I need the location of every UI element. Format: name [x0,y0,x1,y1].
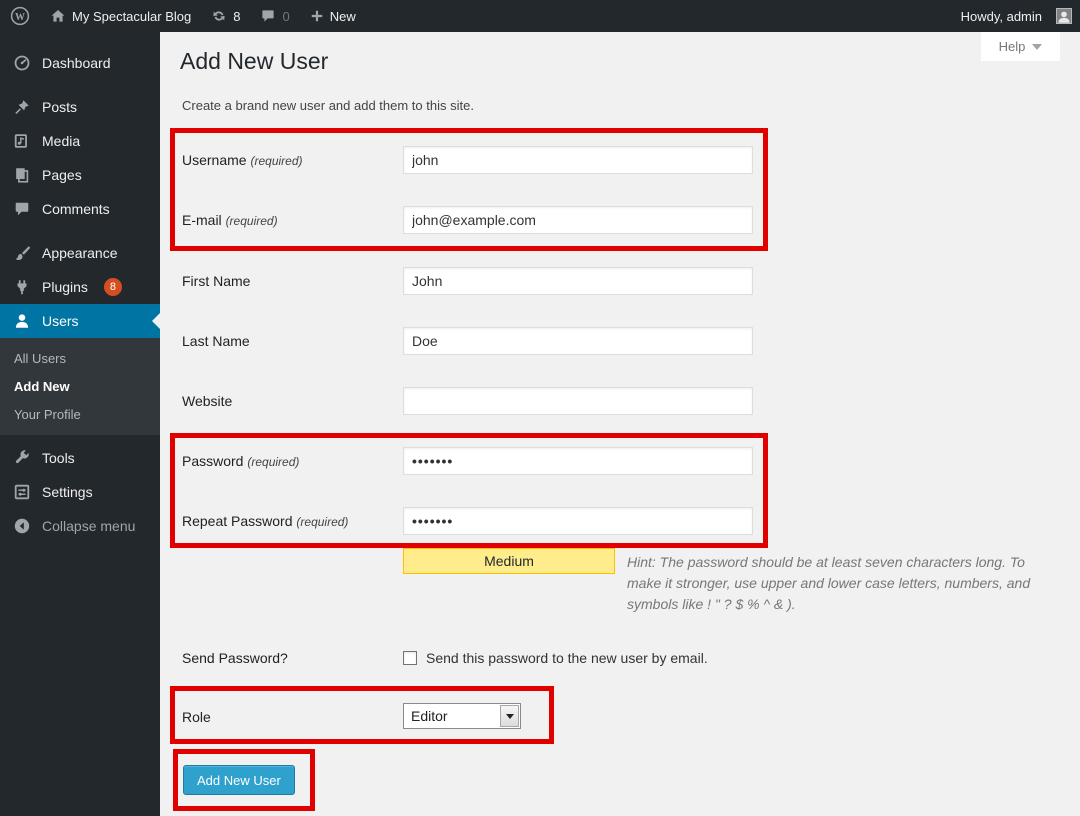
comments-bubble-icon [12,200,32,218]
menu-separator [0,226,160,236]
first-name-label: First Name [182,273,250,289]
first-name-input[interactable] [403,267,753,295]
comment-bubble-icon [260,8,276,24]
plug-icon [12,278,32,296]
sidebar-item-dashboard[interactable]: Dashboard [0,46,160,80]
website-label: Website [182,393,232,409]
send-password-checkbox-label: Send this password to the new user by em… [426,650,708,666]
send-password-checkbox[interactable] [403,651,417,665]
sidebar-item-label: Posts [42,99,77,115]
avatar [1056,8,1072,24]
role-selected-value: Editor [404,708,448,724]
wordpress-logo-icon: W [10,6,30,26]
new-label: New [330,9,356,24]
admin-bar: W My Spectacular Blog 8 0 New [0,0,1080,32]
sidebar-item-all-users[interactable]: All Users [0,345,160,373]
email-label: E-mail (required) [182,212,278,228]
collapse-arrow-icon [12,517,32,535]
select-dropdown-button[interactable] [500,705,519,727]
plugins-update-badge: 8 [104,278,122,296]
sidebar-item-label: Tools [42,450,75,466]
sidebar-item-users[interactable]: Users [0,304,160,338]
last-name-input[interactable] [403,327,753,355]
password-label: Password (required) [182,453,299,469]
sidebar-item-settings[interactable]: Settings [0,475,160,509]
repeat-password-input[interactable] [403,507,753,535]
updates-count: 8 [233,9,240,24]
sidebar-item-label: Comments [42,201,110,217]
required-note: (required) [247,455,299,469]
comments-count: 0 [282,9,289,24]
chevron-down-icon [506,714,514,719]
sidebar-item-comments[interactable]: Comments [0,192,160,226]
role-label: Role [182,709,211,725]
sidebar-item-label: Users [42,313,79,329]
sidebar-item-media[interactable]: Media [0,124,160,158]
my-account-menu[interactable]: Howdy, admin [951,0,1072,32]
sidebar-item-pages[interactable]: Pages [0,158,160,192]
wordpress-logo-menu[interactable]: W [0,0,40,32]
sidebar-item-label: Media [42,133,80,149]
required-note: (required) [226,214,278,228]
site-name-menu[interactable]: My Spectacular Blog [40,0,201,32]
page-description: Create a brand new user and add them to … [182,98,474,113]
wrench-icon [12,449,32,467]
user-icon [12,312,32,330]
updates-menu[interactable]: 8 [201,0,250,32]
updates-icon [211,8,227,24]
sidebar-item-label: Pages [42,167,82,183]
new-content-menu[interactable]: New [300,0,366,32]
repeat-password-label: Repeat Password (required) [182,513,348,529]
home-icon [50,8,66,24]
username-input[interactable] [403,146,753,174]
role-select[interactable]: Editor [403,703,521,729]
email-input[interactable] [403,206,753,234]
comments-menu[interactable]: 0 [250,0,299,32]
dashboard-gauge-icon [12,54,32,72]
plus-icon [310,9,324,23]
last-name-label: Last Name [182,333,250,349]
sliders-icon [12,483,32,501]
sidebar-item-label: Collapse menu [42,518,135,534]
site-name-label: My Spectacular Blog [72,9,191,24]
website-input[interactable] [403,387,753,415]
main-content: Add New User Create a brand new user and… [160,32,1080,816]
sidebar-item-label: Settings [42,484,93,500]
users-submenu: All Users Add New Your Profile [0,338,160,435]
required-note: (required) [250,154,302,168]
page-title: Add New User [180,48,328,75]
sidebar-item-appearance[interactable]: Appearance [0,236,160,270]
hint-float-spacer [403,552,627,596]
pages-icon [12,166,32,184]
menu-separator [0,80,160,90]
password-input[interactable] [403,447,753,475]
sidebar-item-label: Appearance [42,245,118,261]
current-menu-arrow [152,313,160,329]
sidebar-item-tools[interactable]: Tools [0,441,160,475]
add-new-user-button[interactable]: Add New User [183,765,295,795]
sidebar-item-plugins[interactable]: Plugins 8 [0,270,160,304]
pushpin-icon [12,98,32,116]
admin-sidebar-menu: Dashboard Posts Media Pages Comments [0,32,160,816]
wordpress-admin-page: W My Spectacular Blog 8 0 New [0,0,1080,816]
collapse-menu-button[interactable]: Collapse menu [0,509,160,543]
sidebar-item-label: Dashboard [42,55,111,71]
sidebar-item-label: Plugins [42,279,88,295]
username-label: Username (required) [182,152,303,168]
paintbrush-icon [12,244,32,262]
svg-text:W: W [15,12,25,23]
password-hint: Hint: The password should be at least se… [403,552,1035,615]
sidebar-item-add-new[interactable]: Add New [0,373,160,401]
send-password-label: Send Password? [182,650,288,666]
sidebar-item-your-profile[interactable]: Your Profile [0,401,160,429]
sidebar-item-posts[interactable]: Posts [0,90,160,124]
required-note: (required) [296,515,348,529]
howdy-label: Howdy, admin [961,9,1042,24]
media-icon [12,132,32,150]
